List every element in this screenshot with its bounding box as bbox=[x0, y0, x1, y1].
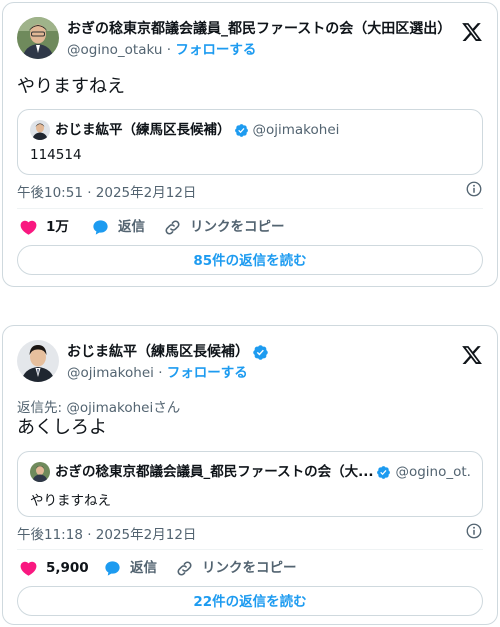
quoted-tweet-header: おぎの稔東京都議会議員_都民ファーストの会（大... @ogino_ot... bbox=[30, 462, 472, 482]
heart-icon bbox=[20, 561, 37, 576]
copy-link-button[interactable]: リンクをコピー bbox=[163, 216, 285, 238]
like-button[interactable]: 1万 bbox=[19, 216, 69, 238]
separator: · bbox=[158, 365, 163, 381]
verified-badge-icon bbox=[376, 465, 391, 480]
tweet-text: やりますねえ bbox=[17, 76, 125, 97]
separator: · bbox=[166, 42, 172, 58]
copy-link-label: リンクをコピー bbox=[202, 560, 297, 576]
tweet-card[interactable]: おぎの稔東京都議会議員_都民ファーストの会（大田区選出） @ogino_otak… bbox=[2, 2, 498, 287]
x-logo-icon[interactable] bbox=[461, 21, 483, 43]
author-name[interactable]: おじま紘平（練馬区長候補） bbox=[67, 344, 249, 360]
heart-icon bbox=[20, 220, 37, 235]
author-handle[interactable]: @ogino_otaku bbox=[67, 42, 162, 58]
reply-label: 返信 bbox=[118, 219, 145, 235]
quoted-author-handle: @ogino_ot... bbox=[395, 464, 472, 480]
read-replies-button[interactable]: 22件の返信を読む bbox=[17, 586, 483, 616]
tweet-card[interactable]: おじま紘平（練馬区長候補） @ojimakohei · フォローする 返信先: … bbox=[2, 325, 498, 625]
info-icon[interactable] bbox=[465, 522, 483, 540]
x-logo-icon[interactable] bbox=[461, 344, 483, 366]
quoted-author-name: おぎの稔東京都議会議員_都民ファーストの会（大... bbox=[55, 464, 374, 480]
read-replies-button[interactable]: 85件の返信を読む bbox=[17, 245, 483, 275]
reply-to-line[interactable]: 返信先: @ojimakoheiさん bbox=[17, 396, 180, 416]
avatar[interactable] bbox=[17, 340, 59, 382]
quoted-avatar bbox=[30, 462, 50, 482]
quoted-author-line: おぎの稔東京都議会議員_都民ファーストの会（大... @ogino_ot... bbox=[55, 463, 472, 481]
quoted-author-handle: @ojimakohei bbox=[252, 122, 340, 138]
info-icon[interactable] bbox=[465, 180, 483, 198]
tweet-meta: 午後10:51 · 2025年2月12日 bbox=[17, 181, 483, 201]
follow-button[interactable]: フォローする bbox=[167, 365, 248, 381]
quoted-tweet[interactable]: おじま紘平（練馬区長候補） @ojimakohei 114514 bbox=[17, 109, 483, 175]
handle-line: @ogino_otaku · フォローする bbox=[67, 41, 256, 59]
divider bbox=[17, 208, 483, 209]
avatar[interactable] bbox=[17, 17, 59, 59]
verified-badge-icon bbox=[252, 344, 269, 361]
quoted-tweet[interactable]: おぎの稔東京都議会議員_都民ファーストの会（大... @ogino_ot... や… bbox=[17, 451, 483, 517]
copy-link-button[interactable]: リンクをコピー bbox=[175, 557, 297, 579]
quoted-tweet-text: 114514 bbox=[30, 147, 82, 163]
reply-button[interactable]: 返信 bbox=[103, 557, 157, 579]
follow-button[interactable]: フォローする bbox=[175, 42, 256, 58]
author-name-line[interactable]: おぎの稔東京都議会議員_都民ファーストの会（大田区選出） bbox=[67, 20, 447, 38]
link-icon bbox=[165, 219, 180, 235]
reply-label: 返信 bbox=[130, 560, 157, 576]
verified-badge-icon bbox=[234, 123, 249, 138]
quoted-author-name: おじま紘平（練馬区長候補） bbox=[55, 122, 231, 138]
action-bar: 5,900 返信 リンクをコピー bbox=[17, 557, 483, 579]
tweet-meta: 午後11:18 · 2025年2月12日 bbox=[17, 523, 483, 543]
reply-bubble-icon bbox=[105, 560, 120, 576]
link-icon bbox=[177, 560, 192, 576]
author-name-line[interactable]: おじま紘平（練馬区長候補） bbox=[67, 343, 447, 361]
quoted-author-line: おじま紘平（練馬区長候補） @ojimakohei bbox=[55, 121, 339, 139]
quoted-avatar bbox=[30, 120, 50, 140]
like-button[interactable]: 5,900 bbox=[19, 557, 89, 579]
like-count: 1万 bbox=[46, 219, 69, 235]
tweet-header: おじま紘平（練馬区長候補） @ojimakohei · フォローする bbox=[17, 340, 483, 384]
tweet-header: おぎの稔東京都議会議員_都民ファーストの会（大田区選出） @ogino_otak… bbox=[17, 17, 483, 61]
like-count: 5,900 bbox=[46, 560, 89, 576]
quoted-tweet-header: おじま紘平（練馬区長候補） @ojimakohei bbox=[30, 120, 472, 140]
tweet-text: あくしろよ bbox=[17, 417, 107, 438]
handle-line: @ojimakohei · フォローする bbox=[67, 364, 248, 382]
author-name[interactable]: おぎの稔東京都議会議員_都民ファーストの会（大田区選出） bbox=[67, 21, 447, 37]
copy-link-label: リンクをコピー bbox=[190, 219, 285, 235]
timestamp[interactable]: 午後11:18 · 2025年2月12日 bbox=[17, 527, 196, 543]
reply-bubble-icon bbox=[93, 219, 108, 235]
divider bbox=[17, 549, 483, 550]
action-bar: 1万 返信 リンクをコピー bbox=[17, 216, 483, 238]
reply-button[interactable]: 返信 bbox=[91, 216, 145, 238]
quoted-tweet-text: やりますねえ bbox=[30, 493, 111, 509]
author-handle[interactable]: @ojimakohei bbox=[67, 365, 154, 381]
timestamp[interactable]: 午後10:51 · 2025年2月12日 bbox=[17, 185, 196, 201]
